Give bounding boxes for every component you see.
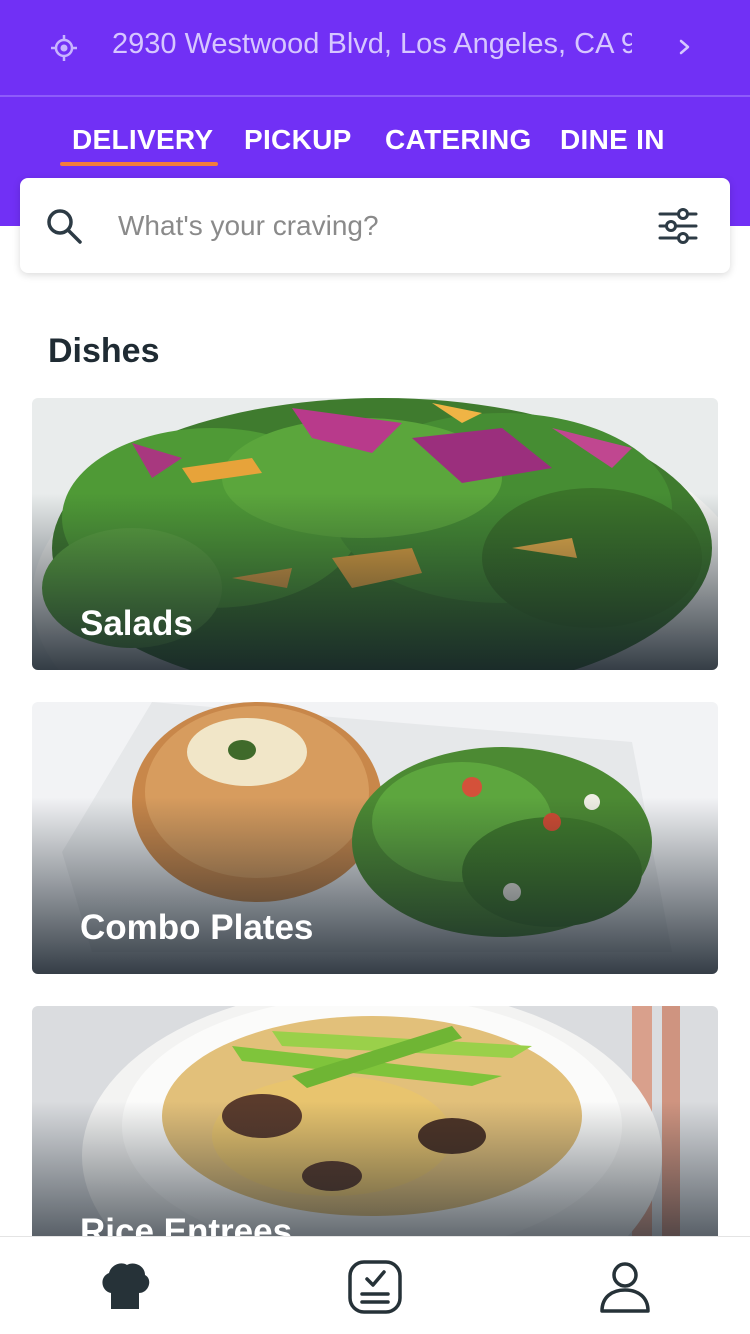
search-input[interactable] [118,204,638,248]
tab-delivery[interactable]: DELIVERY [72,124,213,156]
dish-card-combo-plates[interactable]: Combo Plates [32,702,718,974]
tab-catering[interactable]: CATERING [385,124,532,156]
location-target-icon [51,35,77,61]
dish-card-label: Salads [80,604,193,643]
filter-sliders-icon[interactable] [658,208,698,244]
tab-pickup[interactable]: PICKUP [244,124,352,156]
user-profile-icon[interactable] [597,1259,653,1315]
section-title-dishes: Dishes [48,332,160,370]
order-checklist-icon[interactable] [347,1259,403,1315]
search-bar [20,178,730,273]
chef-hat-icon[interactable] [97,1259,153,1315]
tab-dine-in[interactable]: DINE IN [560,124,665,156]
delivery-address: 2930 Westwood Blvd, Los Angeles, CA 9... [112,28,632,60]
location-bar[interactable]: 2930 Westwood Blvd, Los Angeles, CA 9... [0,0,750,97]
bottom-navigation [0,1236,750,1334]
order-type-tabs: DELIVERY PICKUP CATERING DINE IN [0,118,750,168]
chevron-right-icon [679,39,690,55]
search-icon[interactable] [44,206,84,246]
dish-card-label: Combo Plates [80,908,314,947]
active-tab-indicator [60,162,218,166]
dish-card-salads[interactable]: Salads [32,398,718,670]
